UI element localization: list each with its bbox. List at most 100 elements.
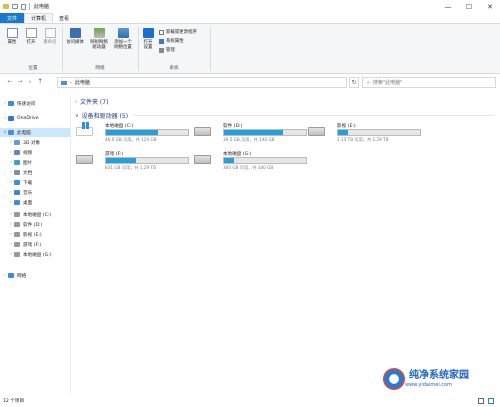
nav-item[interactable]: › 软件 (D:)	[0, 220, 70, 229]
nav-item[interactable]: › 本地磁盘 (G:)	[0, 250, 70, 259]
hard-drive-icon	[194, 155, 211, 164]
nav-item-icon	[8, 130, 14, 135]
group-separator	[138, 27, 139, 71]
close-button[interactable]: ✕	[480, 0, 500, 13]
open-label: 打开	[26, 40, 36, 45]
breadcrumb-this-pc[interactable]: 此电脑	[75, 79, 90, 86]
nav-item-icon	[8, 273, 14, 278]
nav-item[interactable]: › 影视 (E:)	[0, 230, 70, 239]
nav-item[interactable]: › 视频	[0, 148, 70, 157]
new-document-icon[interactable]	[21, 3, 26, 10]
nav-item[interactable]: › 网络	[0, 271, 70, 280]
nav-item[interactable]: › 本地磁盘 (C:)	[0, 210, 70, 219]
uninstall-label: 卸载或更改程序	[166, 30, 197, 35]
properties-quick-icon[interactable]	[12, 4, 18, 9]
drive-usage-fill	[106, 130, 158, 135]
drive-tile[interactable]: 游戏 (F:) 831 GB 可用，共 1.29 TB	[76, 151, 189, 171]
map-drive-button[interactable]: 映射网络 驱动器	[88, 28, 110, 50]
manage-button[interactable]: 管理	[159, 47, 175, 53]
nav-item[interactable]: › 3D 对象	[0, 138, 70, 147]
computer-icon	[61, 80, 67, 85]
nav-item-label: 网络	[17, 273, 27, 279]
nav-item[interactable]: › 下载	[0, 178, 70, 187]
title-bar: 此电脑 — ☐ ✕	[0, 0, 500, 13]
section-divider	[134, 115, 495, 116]
status-bar: 12 个项目	[0, 395, 500, 407]
details-view-icon[interactable]	[478, 398, 484, 404]
uninstall-button[interactable]: 卸载或更改程序	[159, 29, 197, 35]
tab-computer[interactable]: 计算机	[24, 13, 54, 23]
tab-file[interactable]: 文件	[0, 13, 24, 23]
add-network-location-button[interactable]: 添加一个 网络位置	[111, 28, 135, 50]
nav-item-icon	[14, 200, 20, 205]
nav-item-icon	[14, 190, 20, 195]
drive-tile[interactable]: 本地磁盘 (C:) 46.0 GB 可用，共 124 GB	[76, 122, 189, 143]
drive-tile[interactable]: 软件 (D:) 39.5 GB 可用，共 140 GB	[194, 123, 307, 143]
nav-item-icon	[14, 160, 20, 165]
drive-space-info: 1.13 TB 可用，共 1.29 TB	[337, 137, 389, 142]
tab-view[interactable]: 查看	[53, 13, 75, 23]
folders-header-label: 文件夹 (7)	[80, 99, 109, 106]
watermark-brand: 纯净系统家园	[409, 370, 469, 381]
nav-item-icon	[14, 232, 20, 237]
refresh-button[interactable]: ↻	[349, 77, 359, 88]
drive-space-info: 831 GB 可用，共 1.29 TB	[105, 165, 156, 170]
nav-item-label: 图片	[23, 160, 33, 166]
minimize-button[interactable]: —	[438, 0, 458, 13]
nav-item[interactable]: › 桌面	[0, 198, 70, 207]
nav-item[interactable]: › 图片	[0, 158, 70, 167]
search-input[interactable]: ⌕ 搜索"此电脑"	[362, 77, 496, 88]
chevron-down-icon: ∨	[75, 112, 79, 119]
system-properties-label: 系统属性	[166, 39, 184, 44]
watermark-text: 纯净系统家园 www.yidaimei.com	[405, 370, 469, 388]
drives-section-header[interactable]: ∨ 设备和驱动器 (5)	[75, 111, 495, 120]
properties-button[interactable]: 属性	[4, 28, 20, 45]
open-button[interactable]: 打开	[23, 28, 39, 45]
nav-item-icon	[14, 170, 20, 175]
nav-item-label: 3D 对象	[23, 140, 41, 146]
drive-tile[interactable]: 本地磁盘 (G:) 300 GB 可用，共 340 GB	[194, 151, 307, 171]
nav-item[interactable]: › 音乐	[0, 188, 70, 197]
maximize-button[interactable]: ☐	[459, 0, 479, 13]
access-media-button[interactable]: 访问媒体	[64, 28, 86, 45]
drive-space-info: 300 GB 可用，共 340 GB	[223, 165, 274, 170]
windows-drive-icon	[76, 122, 93, 136]
drive-tile[interactable]: 影视 (E:) 1.13 TB 可用，共 1.29 TB	[308, 123, 421, 143]
nav-item-icon	[14, 242, 20, 247]
drive-space-info: 39.5 GB 可用，共 140 GB	[223, 137, 275, 142]
nav-item-label: 下载	[23, 180, 33, 186]
drive-usage-bar	[223, 157, 307, 164]
rename-label: 重命名	[43, 40, 57, 45]
nav-item-icon	[14, 222, 20, 227]
group-network-label: 网络	[95, 66, 105, 71]
up-button[interactable]: ↑	[36, 78, 44, 85]
address-box[interactable]: › 此电脑	[57, 77, 347, 88]
nav-item[interactable]: › 快速访问	[0, 99, 70, 108]
folders-section-header[interactable]: › 文件夹 (7)	[75, 97, 109, 107]
system-properties-button[interactable]: 系统属性	[159, 38, 184, 44]
back-button[interactable]: ←	[6, 78, 14, 85]
recent-dropdown[interactable]: ∨	[26, 79, 34, 84]
nav-item[interactable]: › 文档	[0, 168, 70, 177]
drive-usage-fill	[224, 130, 284, 135]
media-icon	[69, 28, 81, 38]
nav-item[interactable]: ∨ 此电脑	[0, 128, 70, 137]
forward-button[interactable]: →	[16, 78, 24, 85]
rename-button[interactable]: 重命名	[40, 28, 60, 45]
rename-icon	[44, 28, 56, 38]
large-icons-view-icon[interactable]	[488, 398, 494, 404]
add-location-label-2: 网络位置	[114, 45, 132, 50]
nav-item-label: 桌面	[23, 200, 33, 206]
drive-space-info: 46.0 GB 可用，共 124 GB	[105, 137, 157, 142]
open-icon	[25, 28, 37, 38]
drive-usage-fill	[106, 158, 137, 163]
access-media-label: 访问媒体	[66, 40, 84, 45]
nav-item-icon	[14, 150, 20, 155]
nav-item-label: 视频	[23, 150, 33, 156]
nav-item[interactable]: › OneDrive	[0, 114, 70, 123]
nav-item[interactable]: › 游戏 (F:)	[0, 240, 70, 249]
nav-item-label: 本地磁盘 (G:)	[23, 252, 52, 258]
open-settings-button[interactable]: 打开 设置	[140, 28, 156, 50]
title-separator	[29, 3, 30, 10]
ribbon-tabs: 文件 计算机 查看	[0, 13, 500, 24]
